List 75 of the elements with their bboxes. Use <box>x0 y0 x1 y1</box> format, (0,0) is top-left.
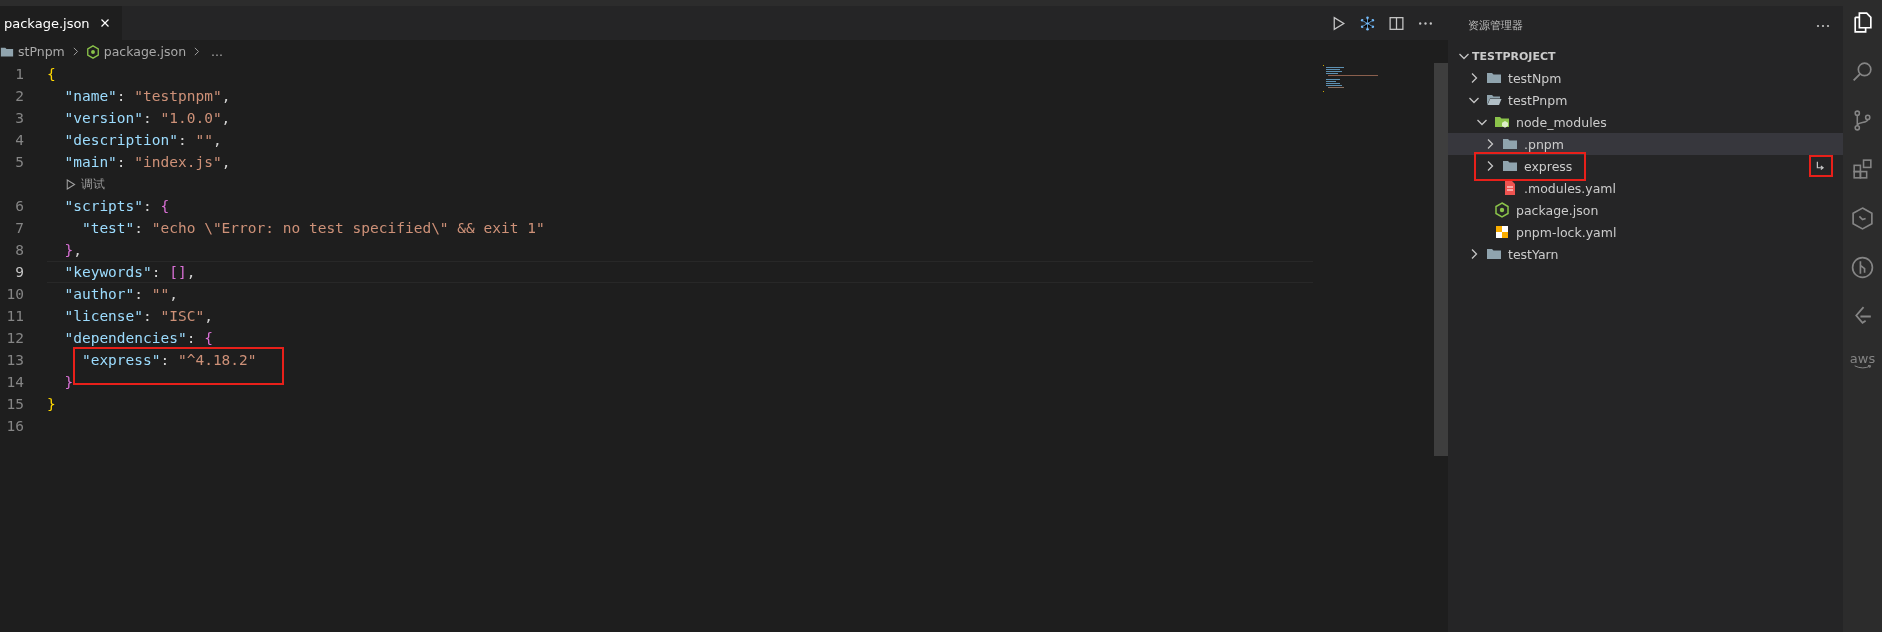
extensions-icon[interactable] <box>1850 157 1875 182</box>
code-line: "express": "^4.18.2" <box>80 352 257 368</box>
line-number: 6 <box>14 198 25 214</box>
tree-item[interactable]: .pnpm <box>1448 133 1843 155</box>
line-number: 2 <box>14 88 25 104</box>
line-number: 16 <box>5 418 25 434</box>
tree-item[interactable]: .modules.yaml <box>1448 177 1843 199</box>
line-number: 4 <box>14 132 25 148</box>
code-line: "version": "1.0.0", <box>63 110 231 126</box>
file-name: testPnpm <box>1508 92 1568 108</box>
folder-icon <box>1486 246 1502 262</box>
lock-file-icon <box>1494 224 1510 240</box>
code-line: "test": "echo \"Error: no test specified\" && exit 1" <box>80 220 545 236</box>
code-line: "dependencies": { <box>63 330 213 346</box>
code-line: "main": "index.js", <box>63 154 231 170</box>
line-number: 8 <box>14 242 25 258</box>
code-line: }, <box>63 242 82 258</box>
line-number: 10 <box>5 286 25 302</box>
code-line: } <box>63 374 74 390</box>
line-number: 13 <box>5 352 25 368</box>
highlight-box <box>1809 155 1833 177</box>
editor-tab[interactable]: package.json <box>0 6 122 40</box>
hexagon-file-icon <box>1494 202 1510 218</box>
panel-title: 资源管理器 <box>1468 18 1523 33</box>
tree-item[interactable]: testYarn <box>1448 243 1843 265</box>
line-number: 12 <box>5 330 25 346</box>
open-folder-icon <box>1486 92 1502 108</box>
file-name: node_modules <box>1516 114 1607 130</box>
folder-icon <box>1502 136 1518 152</box>
line-number: 1 <box>14 66 25 82</box>
tree-item[interactable]: package.json <box>1448 199 1843 221</box>
scrollbar-thumb[interactable] <box>1434 63 1448 456</box>
line-number: 7 <box>14 220 25 236</box>
line-number: 9 <box>14 264 25 280</box>
split-editor-icon[interactable] <box>1388 14 1405 32</box>
node-folder-icon <box>1494 114 1510 130</box>
file-icon <box>1502 180 1518 196</box>
project-header[interactable]: TESTPROJECT <box>1448 45 1843 67</box>
code-line: "description": "", <box>63 132 222 148</box>
file-name: package.json <box>1516 202 1599 218</box>
code-line: "author": "", <box>63 286 178 302</box>
file-name: .modules.yaml <box>1524 180 1616 196</box>
breadcrumb-item[interactable]: stPnpm <box>18 44 65 59</box>
code-line: } <box>47 396 56 412</box>
line-number: 14 <box>5 374 25 390</box>
tree-item[interactable]: testNpm <box>1448 67 1843 89</box>
folder-icon <box>1502 158 1518 174</box>
aws-button[interactable]: aws <box>1849 353 1876 370</box>
run-icon[interactable] <box>64 177 77 191</box>
file-name: pnpm-lock.yaml <box>1516 224 1617 240</box>
code-line: "scripts": { <box>63 198 170 214</box>
graph-icon[interactable] <box>1359 14 1376 32</box>
line-number: 3 <box>14 110 25 126</box>
code-line: { <box>47 66 56 82</box>
file-name: testYarn <box>1508 246 1559 262</box>
line-number: 11 <box>5 308 25 324</box>
line-number: 15 <box>5 396 25 412</box>
search-icon[interactable] <box>1850 59 1875 84</box>
tree-item[interactable]: express <box>1448 155 1843 177</box>
hexagon-icon[interactable] <box>1850 206 1875 231</box>
code-line: "license": "ISC", <box>63 308 213 324</box>
code-line: "name": "testpnpm", <box>63 88 231 104</box>
tree-item[interactable]: pnpm-lock.yaml <box>1448 221 1843 243</box>
tree-item[interactable]: node_modules <box>1448 111 1843 133</box>
debug-link[interactable]: 调试 <box>81 175 105 193</box>
file-name: express <box>1524 158 1573 174</box>
folder-icon <box>1486 70 1502 86</box>
line-number: 5 <box>14 154 25 170</box>
tree-item[interactable]: testPnpm <box>1448 89 1843 111</box>
breadcrumb-item[interactable]: ... <box>211 44 223 59</box>
hexagon-file-icon <box>85 44 100 59</box>
file-name: .pnpm <box>1524 136 1564 152</box>
breadcrumb-item[interactable]: package.json <box>103 44 187 59</box>
code-line: "keywords": [], <box>63 264 196 280</box>
file-name: testNpm <box>1508 70 1562 86</box>
